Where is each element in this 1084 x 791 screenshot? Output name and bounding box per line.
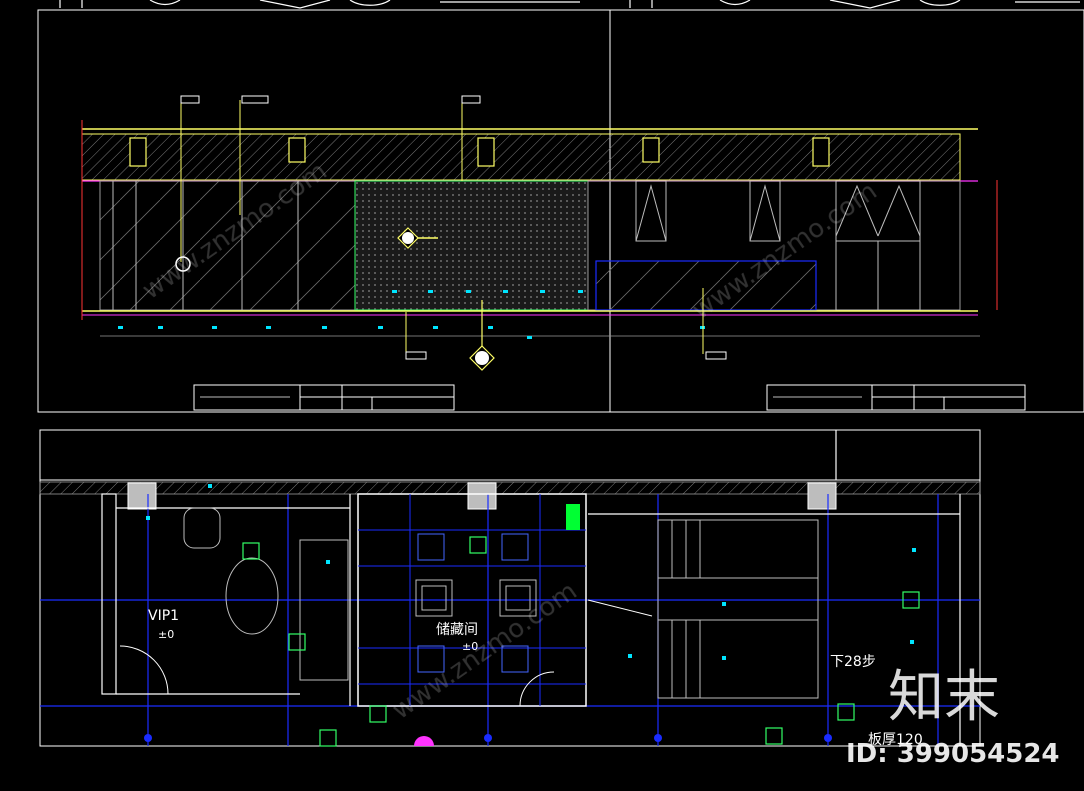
title-block-left <box>193 384 455 411</box>
watermark-logo: 知末 <box>888 665 1000 730</box>
vip1-sofa <box>299 539 349 681</box>
stair-steps-label: 下28步 <box>830 654 876 670</box>
room-level-vip1: ±0 <box>158 628 174 641</box>
elevation-key-marker <box>414 736 434 746</box>
stair-run <box>587 519 819 699</box>
plan-frame <box>39 429 981 747</box>
room-label-vip1: VIP1 <box>148 608 179 624</box>
watermark-id: ID: 399054524 <box>846 739 1060 769</box>
room-label-storage: 储藏间 <box>436 622 478 638</box>
vip1-chair <box>183 507 221 549</box>
plan-blue-dots <box>144 734 832 742</box>
vip1-door-swing <box>119 645 169 695</box>
title-block-right <box>766 384 1026 411</box>
plan-north-wall-hatch <box>39 481 981 495</box>
floor-plan-sheet: VIP1 ±0 储藏间 ±0 下28步 板厚120 <box>39 429 981 748</box>
cad-drawing-canvas: VIP1 ±0 储藏间 ±0 下28步 板厚120 www.znzmo.com … <box>37 0 1084 769</box>
elevation-sheet <box>37 0 1084 413</box>
wall-panel-mosaic <box>354 180 589 311</box>
cropped-sheet-header <box>59 0 1080 9</box>
vip1-round-table <box>225 557 279 635</box>
